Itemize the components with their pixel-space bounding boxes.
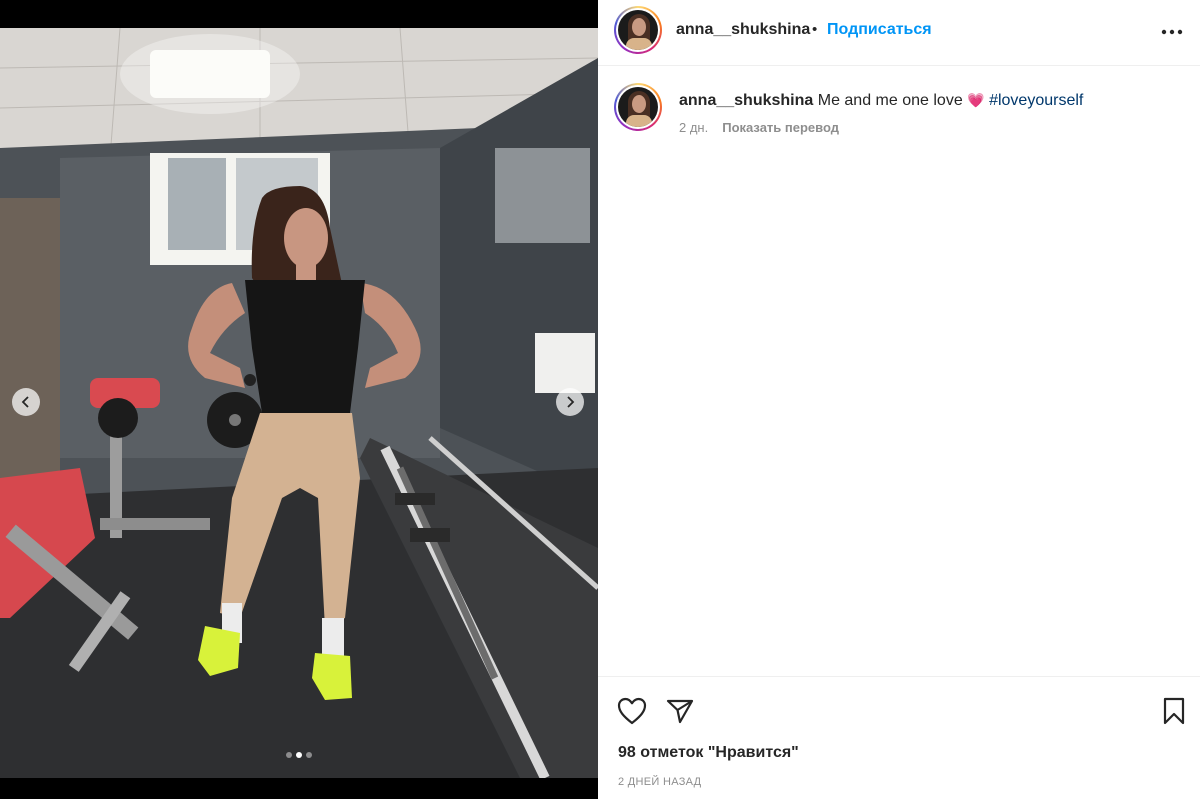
post-side-panel: anna__shukshina • Подписаться anna__shuk… (598, 0, 1200, 799)
like-button[interactable] (616, 695, 648, 727)
bookmark-outline-icon (1163, 697, 1185, 725)
header-username-link[interactable]: anna__shukshina (676, 21, 810, 39)
header-separator: • (812, 21, 818, 38)
post-media (0, 0, 598, 799)
caption-meta: 2 дн. Показать перевод (679, 120, 839, 135)
avatar[interactable] (614, 6, 662, 54)
caption-body: Me and me one love (817, 92, 963, 109)
hashtag-link[interactable]: #loveyourself (989, 92, 1083, 109)
caption-age: 2 дн. (679, 120, 709, 135)
paper-plane-icon (666, 699, 694, 724)
post-photo[interactable] (0, 28, 598, 778)
post-actions: 98 отметок "Нравится" 2 ДНЕЙ НАЗАД (598, 676, 1200, 799)
carousel-indicator (0, 752, 598, 758)
save-button[interactable] (1158, 695, 1190, 727)
carousel-dot (306, 752, 312, 758)
chevron-right-icon (567, 396, 575, 408)
more-options-button[interactable] (1158, 20, 1186, 44)
post-header: anna__shukshina • Подписаться (598, 0, 1200, 66)
show-translation-button[interactable]: Показать перевод (722, 120, 839, 135)
follow-button[interactable]: Подписаться (827, 21, 932, 39)
post-timestamp[interactable]: 2 ДНЕЙ НАЗАД (618, 776, 701, 788)
carousel-prev-button[interactable] (12, 388, 40, 416)
caption-text: anna__shukshina Me and me one love 💗 #lo… (679, 90, 1179, 111)
heart-outline-icon (617, 697, 647, 725)
carousel-next-button[interactable] (556, 388, 584, 416)
chevron-left-icon (21, 396, 29, 408)
heart-emoji: 💗 (967, 92, 985, 108)
gym-photo-illustration (0, 28, 598, 778)
carousel-dot (286, 752, 292, 758)
caption-avatar[interactable] (614, 83, 662, 131)
share-button[interactable] (664, 695, 696, 727)
carousel-dot-active (296, 752, 302, 758)
caption-username-link[interactable]: anna__shukshina (679, 92, 813, 109)
likes-count[interactable]: 98 отметок "Нравится" (618, 744, 799, 762)
three-dots-icon (1161, 29, 1183, 35)
